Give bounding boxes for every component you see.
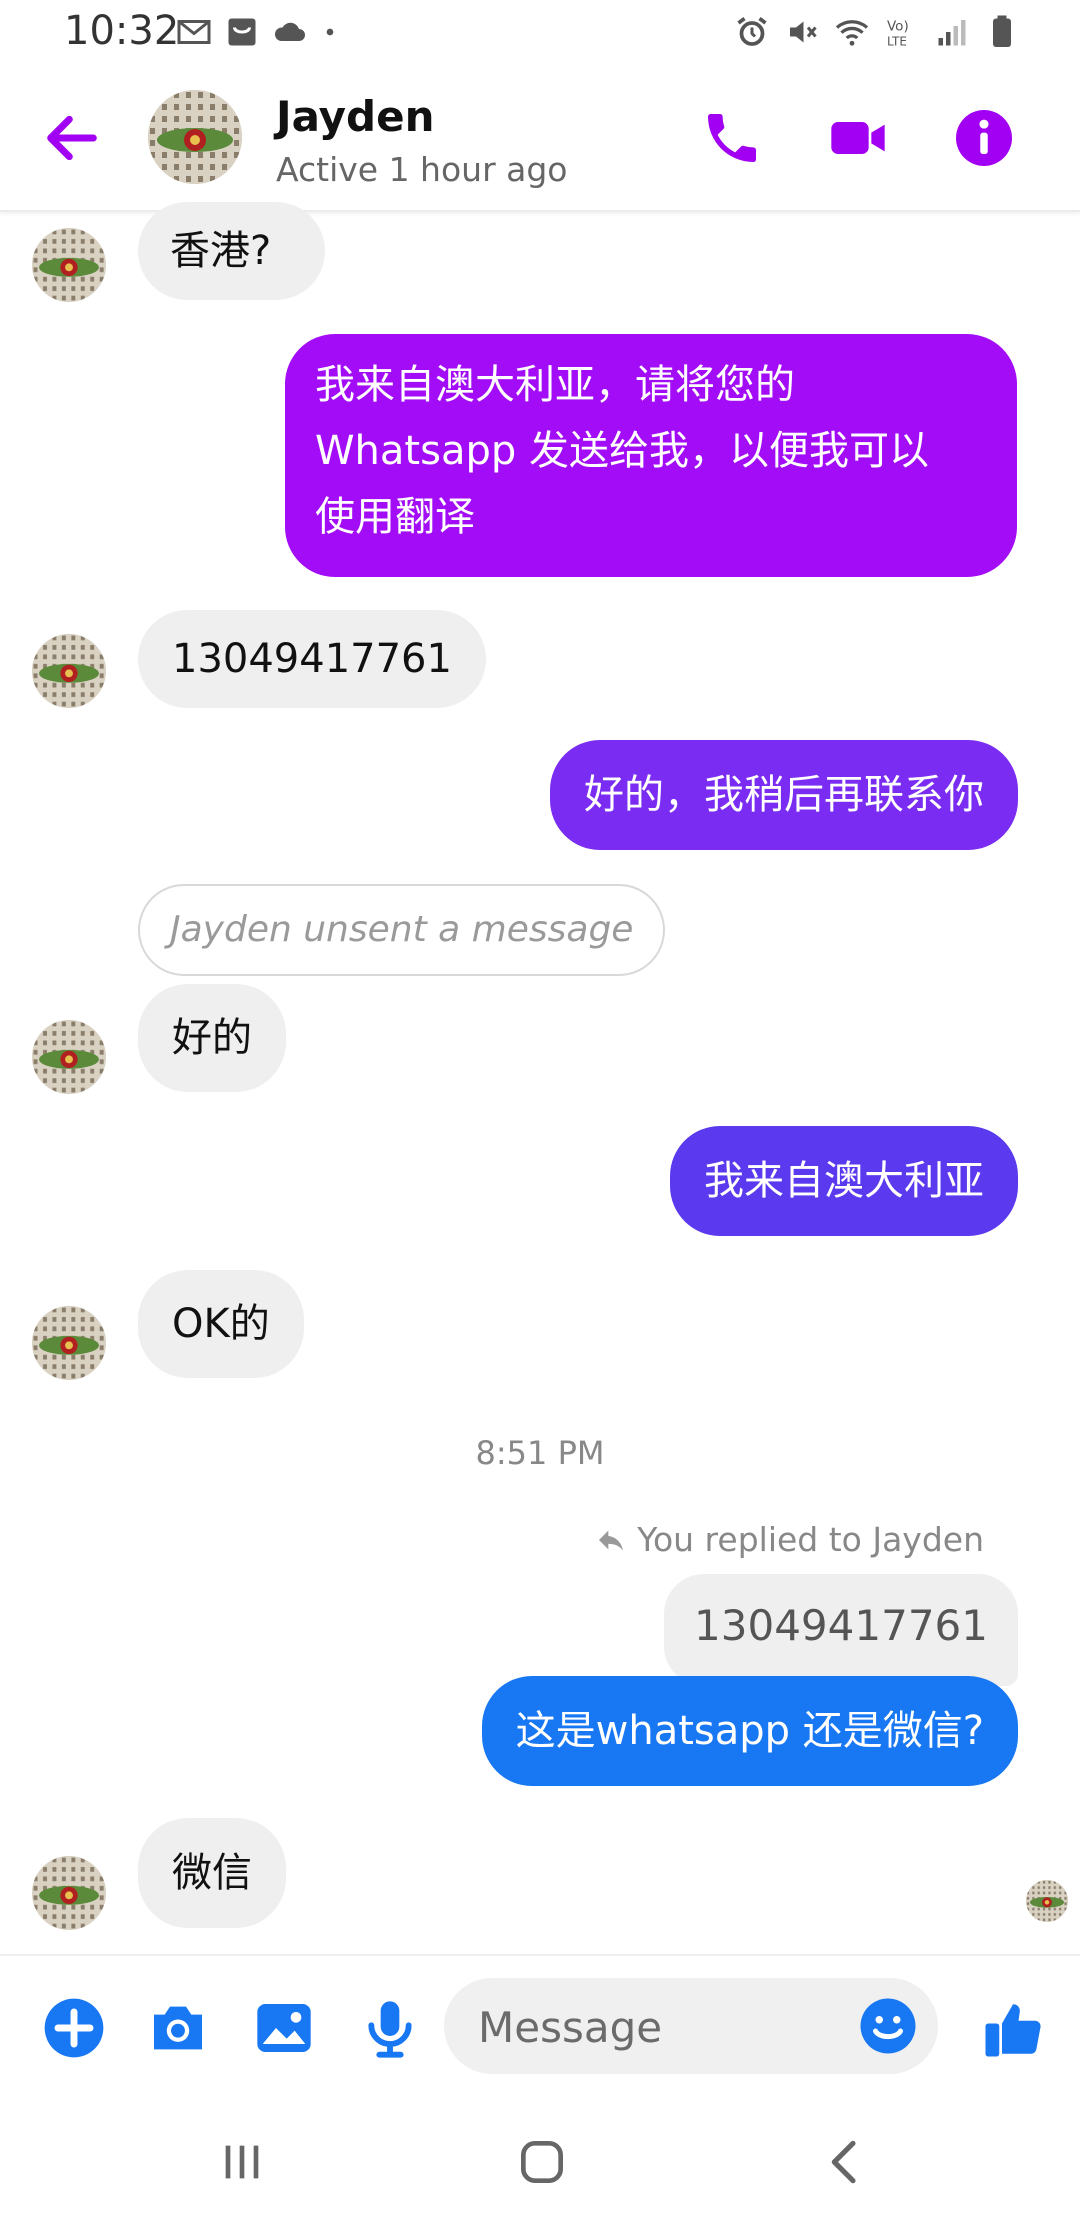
plus-icon[interactable] [42, 1996, 106, 2060]
chat-header: Jayden Active 1 hour ago [0, 62, 1080, 212]
svg-text:LTE: LTE [887, 35, 907, 49]
cloud-icon [274, 22, 305, 41]
contact-name[interactable]: Jayden [276, 92, 435, 141]
status-right-icons: Vo) LTE [734, 14, 1020, 50]
avatar[interactable] [32, 1856, 106, 1930]
avatar[interactable] [32, 634, 106, 708]
outgoing-message[interactable]: 我来自澳大利亚，请将您的 Whatsapp 发送给我，以便我可以 使用翻译 [285, 334, 1017, 577]
home-icon[interactable] [514, 2134, 570, 2190]
avatar[interactable] [32, 1020, 106, 1094]
contact-active-status: Active 1 hour ago [276, 150, 568, 189]
mute-icon [790, 21, 817, 43]
reply-icon [599, 1530, 624, 1551]
status-bar: 10:32 Vo) LTE [0, 0, 1080, 62]
wifi-icon [835, 20, 869, 46]
message-timestamp: 8:51 PM [475, 1434, 605, 1472]
svg-text:Vo): Vo) [887, 19, 909, 35]
incoming-message[interactable]: 好的 [138, 984, 286, 1092]
incoming-message[interactable]: 微信 [138, 1818, 286, 1928]
recents-icon[interactable] [214, 2134, 270, 2190]
incoming-message[interactable]: OK的 [138, 1270, 304, 1378]
reply-indicator: You replied to Jayden [595, 1520, 984, 1559]
message-text: 微信 [172, 1850, 252, 1896]
outgoing-message[interactable]: 我来自澳大利亚 [670, 1126, 1018, 1236]
message-text: 13049417761 [172, 636, 452, 682]
reply-note-text: You replied to Jayden [637, 1520, 984, 1559]
back-arrow-icon[interactable] [40, 106, 104, 170]
dot-icon [326, 28, 334, 36]
battery-icon [993, 15, 1011, 47]
avatar[interactable] [32, 228, 106, 302]
outgoing-message[interactable]: 好的，我稍后再联系你 [550, 740, 1018, 850]
system-nav-bar [0, 2100, 1080, 2220]
status-time: 10:32 [64, 8, 180, 54]
contact-avatar[interactable] [148, 90, 242, 184]
message-line: 我来自澳大利亚，请将您的 [315, 362, 795, 408]
avatar[interactable] [32, 1306, 106, 1380]
thumbs-up-icon[interactable] [980, 1996, 1046, 2062]
quoted-text: 13049417761 [694, 1601, 988, 1650]
message-line: 使用翻译 [315, 494, 475, 540]
seen-receipt-avatar [1026, 1880, 1068, 1922]
message-composer [0, 1954, 1080, 2102]
outgoing-message[interactable]: 这是whatsapp 还是微信? [481, 1676, 1018, 1786]
emoji-icon[interactable] [858, 1996, 918, 2056]
message-input-wrapper [444, 1978, 938, 2074]
gallery-icon[interactable] [252, 1996, 316, 2060]
gmail-icon [177, 20, 211, 44]
info-icon[interactable] [952, 106, 1016, 170]
signal-icon [938, 20, 966, 46]
back-icon[interactable] [818, 2134, 874, 2190]
quoted-message[interactable]: 13049417761 [664, 1574, 1018, 1686]
video-call-icon[interactable] [826, 106, 890, 170]
status-left-icons [176, 14, 340, 50]
microphone-icon[interactable] [358, 1996, 422, 2060]
shopping-bag-icon [228, 18, 256, 46]
alarm-icon [737, 17, 767, 46]
message-input[interactable] [476, 1998, 840, 2056]
camera-icon[interactable] [146, 1996, 210, 2060]
message-text: 香港? [170, 228, 272, 274]
message-text: 我来自澳大利亚 [704, 1158, 984, 1204]
message-line: Whatsapp 发送给我，以便我可以 [315, 428, 929, 474]
message-text: OK的 [172, 1301, 270, 1347]
unsent-text: Jayden unsent a message [170, 909, 634, 950]
incoming-message[interactable]: 香港? [138, 202, 326, 300]
message-text: 好的 [172, 1015, 252, 1061]
message-text: 这是whatsapp 还是微信? [515, 1708, 984, 1754]
message-text: 好的，我稍后再联系你 [584, 772, 984, 818]
unsent-message-notice: Jayden unsent a message [138, 884, 666, 976]
volte-icon: Vo)LTE [887, 19, 909, 49]
phone-call-icon[interactable] [700, 106, 764, 170]
incoming-message[interactable]: 13049417761 [138, 610, 486, 708]
